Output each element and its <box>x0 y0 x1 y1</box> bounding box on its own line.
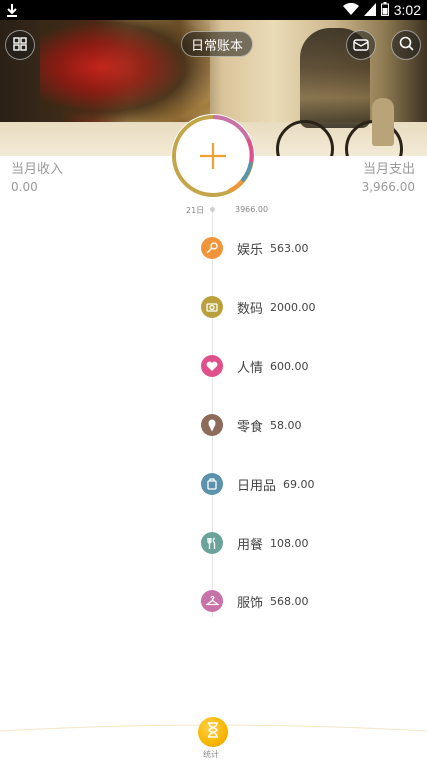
grid-icon <box>13 36 27 55</box>
daily-goods-icon <box>201 473 223 495</box>
expense-entry[interactable]: 人情 600.00 <box>201 354 309 378</box>
expense-entry[interactable]: 用餐 108.00 <box>201 531 309 555</box>
monthly-income: 当月收入 0.00 <box>11 162 63 194</box>
income-value: 0.00 <box>11 180 38 194</box>
search-icon <box>399 36 414 55</box>
entry-amount: 69.00 <box>283 477 315 491</box>
heart-icon <box>201 355 223 377</box>
category-name: 数码 <box>237 301 264 317</box>
fork-knife-icon <box>201 532 223 554</box>
category-name: 娱乐 <box>237 242 264 258</box>
entry-amount: 563.00 <box>270 241 309 255</box>
expense-value: 3,966.00 <box>361 180 415 194</box>
category-name: 人情 <box>237 360 264 376</box>
hanger-icon <box>201 590 223 612</box>
day-dot <box>210 207 215 212</box>
day-label: 21日 <box>186 206 205 215</box>
hourglass-icon <box>207 722 219 742</box>
entry-amount: 58.00 <box>270 418 302 432</box>
category-name: 用餐 <box>237 537 264 553</box>
entry-amount: 600.00 <box>270 359 309 373</box>
ice-cream-icon <box>201 414 223 436</box>
download-icon <box>6 2 18 21</box>
timeline-line <box>212 205 213 617</box>
menu-button[interactable] <box>5 30 35 60</box>
message-button[interactable] <box>346 30 376 60</box>
entry-amount: 2000.00 <box>270 300 316 314</box>
mail-icon <box>353 36 369 55</box>
expense-entry[interactable]: 娱乐 563.00 <box>201 236 309 260</box>
expense-entry[interactable]: 数码 2000.00 <box>201 295 316 319</box>
expense-entry[interactable]: 服饰 568.00 <box>201 589 309 613</box>
statistics-button[interactable] <box>198 717 228 747</box>
entry-amount: 568.00 <box>270 594 309 608</box>
category-name: 日用品 <box>237 478 277 494</box>
income-label: 当月收入 <box>11 162 64 177</box>
category-name: 服饰 <box>237 595 264 611</box>
expense-label: 当月支出 <box>362 162 415 177</box>
search-button[interactable] <box>391 30 421 60</box>
entry-amount: 108.00 <box>270 536 309 550</box>
wifi-icon <box>342 1 359 20</box>
microphone-icon <box>201 237 223 259</box>
category-name: 零食 <box>237 419 264 435</box>
day-total: 3966.00 <box>235 205 269 214</box>
expense-entry[interactable]: 日用品 69.00 <box>201 472 315 496</box>
expense-entry[interactable]: 零食 58.00 <box>201 413 302 437</box>
clock: 3:02 <box>393 2 421 18</box>
statistics-label: 统计 <box>203 750 219 759</box>
plus-icon <box>196 139 230 173</box>
signal-icon <box>363 1 376 20</box>
monthly-expense: 当月支出 3,966.00 <box>362 162 415 194</box>
camera-icon <box>201 296 223 318</box>
account-book-selector[interactable]: 日常账本 <box>181 31 254 57</box>
battery-icon <box>380 1 389 20</box>
status-bar: 3:02 <box>0 0 427 20</box>
